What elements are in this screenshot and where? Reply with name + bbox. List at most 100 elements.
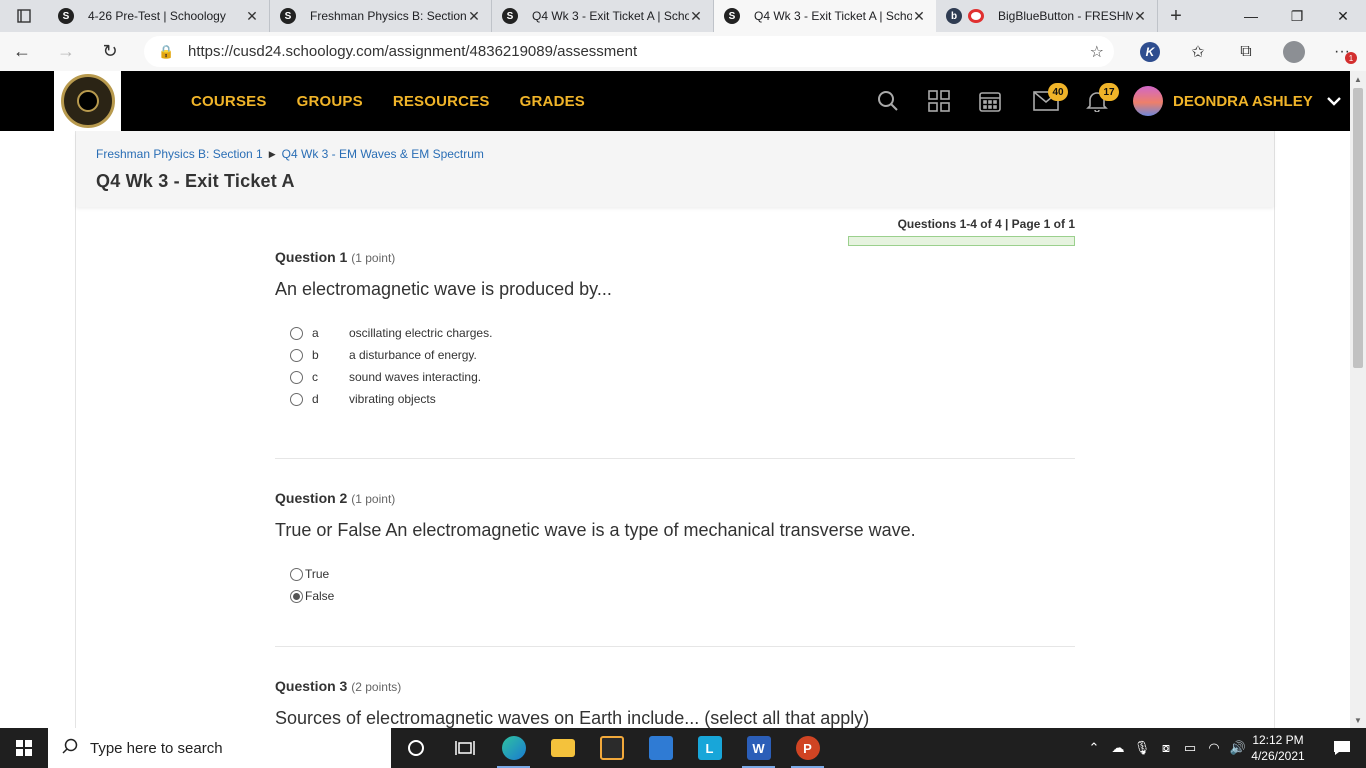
scroll-up-arrow-icon[interactable]: ▲ (1350, 71, 1366, 87)
answer-choices: True False (275, 563, 1075, 607)
answer-choice-c[interactable]: c sound waves interacting. (275, 366, 1075, 388)
bigbluebutton-favicon-icon: b (946, 8, 962, 24)
back-arrow-icon[interactable]: ← (0, 32, 44, 71)
page-title-bar: Freshman Physics B: Section 1 ▶ Q4 Wk 3 … (76, 131, 1274, 207)
answer-choice-true[interactable]: True (275, 563, 1075, 585)
file-explorer-icon[interactable] (538, 728, 587, 768)
answer-choice-false[interactable]: False (275, 585, 1075, 607)
page-scrollbar[interactable]: ▲ ▼ (1350, 71, 1366, 728)
cortana-icon[interactable] (391, 728, 440, 768)
choice-letter: b (312, 348, 319, 362)
task-view-icon[interactable] (440, 728, 489, 768)
radio-button[interactable] (290, 567, 303, 581)
answer-choice-a[interactable]: a oscillating electric charges. (275, 322, 1075, 344)
browser-tab-2[interactable]: S Freshman Physics B: Section 1 ✕ (270, 0, 492, 32)
tab-actions-icon[interactable] (0, 0, 48, 32)
apps-grid-icon[interactable] (913, 71, 964, 131)
question-points: (1 point) (351, 492, 396, 506)
onedrive-cloud-icon[interactable]: ☁ (1106, 740, 1130, 756)
question-3: Question 3 (2 points) Sources of electro… (275, 678, 1075, 728)
progress-bar (848, 236, 1075, 246)
radio-button[interactable] (290, 392, 303, 406)
add-favorite-icon[interactable]: ☆ (1090, 42, 1104, 62)
notification-dot: 1 (1345, 52, 1357, 64)
minimize-icon[interactable]: — (1228, 0, 1274, 32)
url-field[interactable]: 🔒 https://cusd24.schoology.com/assignmen… (144, 36, 1114, 67)
browser-tab-3[interactable]: S Q4 Wk 3 - Exit Ticket A | Schoology ✕ (492, 0, 714, 32)
microsoft-store-icon[interactable] (587, 728, 636, 768)
breadcrumb-course-link[interactable]: Freshman Physics B: Section 1 (96, 147, 263, 161)
browser-tab-4-active[interactable]: S Q4 Wk 3 - Exit Ticket A | Schoology ✕ (714, 0, 936, 32)
school-logo[interactable] (54, 71, 121, 131)
scroll-down-arrow-icon[interactable]: ▼ (1350, 712, 1366, 728)
windows-start-icon[interactable] (0, 728, 48, 768)
messages-envelope-icon[interactable]: 40 (1020, 71, 1071, 131)
taskbar-clock[interactable]: 12:12 PM 4/26/2021 (1248, 732, 1308, 764)
url-text: https://cusd24.schoology.com/assignment/… (188, 43, 638, 60)
choice-text: True (305, 567, 330, 581)
powerpoint-icon[interactable]: P (783, 728, 832, 768)
search-icon[interactable] (862, 71, 913, 131)
calendar-icon[interactable] (964, 71, 1015, 131)
breadcrumb-folder-link[interactable]: Q4 Wk 3 - EM Waves & EM Spectrum (282, 147, 484, 161)
favorites-icon[interactable]: ✩ (1174, 32, 1222, 71)
camera-icon[interactable]: ⧇ (1154, 740, 1178, 756)
action-center-icon[interactable] (1318, 728, 1366, 768)
radio-button-selected[interactable] (290, 589, 303, 603)
choice-text: a disturbance of energy. (349, 348, 477, 362)
profile-button[interactable] (1270, 32, 1318, 71)
tab-title: Q4 Wk 3 - Exit Ticket A | Schoology (754, 9, 912, 23)
tab-close-icon[interactable]: ✕ (689, 8, 703, 25)
radio-button[interactable] (290, 326, 303, 340)
new-tab-icon[interactable]: + (1158, 0, 1194, 32)
nav-groups[interactable]: GROUPS (297, 93, 363, 110)
question-label: Question 3 (275, 678, 348, 694)
mail-icon[interactable] (636, 728, 685, 768)
settings-more-icon[interactable]: ··· 1 (1318, 32, 1366, 71)
question-divider (275, 646, 1075, 647)
choice-text: False (305, 589, 335, 603)
restore-icon[interactable]: ❐ (1274, 0, 1320, 32)
user-menu[interactable]: DEONDRA ASHLEY (1133, 71, 1341, 131)
school-seal-icon (60, 74, 115, 128)
forward-arrow-icon[interactable]: → (44, 32, 88, 71)
radio-button[interactable] (290, 370, 303, 384)
question-header: Question 1 (1 point) (275, 249, 1075, 265)
choice-text: sound waves interacting. (349, 370, 482, 384)
nav-resources[interactable]: RESOURCES (393, 93, 490, 110)
tab-close-icon[interactable]: ✕ (1133, 8, 1147, 25)
tab-close-icon[interactable]: ✕ (467, 8, 481, 25)
wifi-icon[interactable]: ◠ (1202, 740, 1226, 756)
lexia-app-icon[interactable]: L (685, 728, 734, 768)
question-label: Question 2 (275, 490, 348, 506)
tab-close-icon[interactable]: ✕ (245, 8, 259, 25)
browser-tab-1[interactable]: S 4-26 Pre-Test | Schoology ✕ (48, 0, 270, 32)
question-text: True or False An electromagnetic wave is… (275, 520, 916, 540)
tab-close-icon[interactable]: ✕ (912, 8, 926, 25)
microphone-icon[interactable]: 🎙 (1130, 740, 1154, 756)
breadcrumb-separator-icon: ▶ (268, 148, 276, 159)
edge-browser-icon[interactable] (489, 728, 538, 768)
browser-tab-5[interactable]: b BigBlueButton - FRESHMAN ✕ (936, 0, 1158, 32)
extension-k-button[interactable]: K (1126, 32, 1174, 71)
schoology-favicon-icon: S (280, 8, 296, 24)
nav-grades[interactable]: GRADES (520, 93, 585, 110)
choice-text: vibrating objects (349, 392, 436, 406)
volume-icon[interactable]: 🔊 (1226, 740, 1250, 756)
word-icon[interactable]: W (734, 728, 783, 768)
battery-icon[interactable]: ▭ (1178, 740, 1202, 756)
refresh-icon[interactable]: ↻ (88, 32, 132, 71)
nav-courses[interactable]: COURSES (191, 93, 267, 110)
collections-icon[interactable]: ⧉ (1222, 32, 1270, 71)
answer-choice-d[interactable]: d vibrating objects (275, 388, 1075, 410)
scrollbar-thumb[interactable] (1353, 88, 1363, 368)
notifications-bell-icon[interactable]: 17 (1071, 71, 1122, 131)
taskbar-search-box[interactable]: Type here to search (48, 728, 391, 768)
window-close-icon[interactable]: ✕ (1320, 0, 1366, 32)
question-1: Question 1 (1 point) An electromagnetic … (275, 249, 1075, 410)
show-hidden-icons-chevron-icon[interactable]: ⌃ (1082, 740, 1106, 756)
system-tray: ⌃ ☁ 🎙 ⧇ ▭ ◠ 🔊 (1082, 728, 1250, 768)
answer-choice-b[interactable]: b a disturbance of energy. (275, 344, 1075, 366)
radio-button[interactable] (290, 348, 303, 362)
assessment-frame: Freshman Physics B: Section 1 ▶ Q4 Wk 3 … (75, 131, 1275, 728)
